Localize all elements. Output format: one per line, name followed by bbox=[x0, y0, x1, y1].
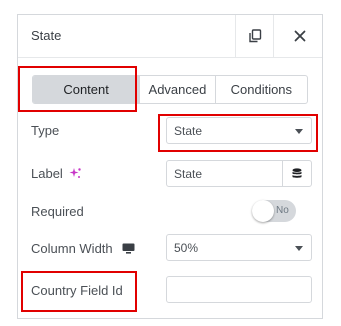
type-select[interactable]: State bbox=[166, 117, 312, 144]
copy-button[interactable] bbox=[236, 15, 273, 57]
tab-advanced[interactable]: Advanced bbox=[139, 76, 214, 103]
close-button[interactable] bbox=[281, 15, 318, 57]
copy-icon bbox=[248, 29, 261, 43]
type-label: Type bbox=[31, 123, 60, 138]
toggle-knob bbox=[252, 200, 274, 222]
database-icon bbox=[292, 167, 302, 178]
column-width-select[interactable]: 50% bbox=[166, 234, 312, 261]
tab-conditions[interactable]: Conditions bbox=[214, 76, 307, 103]
panel-header: State bbox=[18, 15, 322, 58]
chevron-down-icon bbox=[295, 246, 303, 251]
desktop-icon[interactable] bbox=[122, 243, 135, 254]
widget-settings-panel: State Content Advanced Conditions Type S… bbox=[17, 14, 323, 319]
required-label: Required bbox=[31, 204, 84, 219]
country-field-id-input[interactable] bbox=[166, 276, 312, 303]
header-divider bbox=[273, 15, 274, 57]
chevron-down-icon bbox=[295, 129, 303, 134]
country-field-id-label: Country Field Id bbox=[31, 283, 123, 298]
column-width-value: 50% bbox=[174, 241, 199, 255]
required-toggle[interactable]: No bbox=[252, 200, 296, 222]
close-icon bbox=[294, 30, 305, 42]
panel-title: State bbox=[31, 28, 62, 43]
label-input-value: State bbox=[174, 167, 203, 181]
dynamic-tags-button[interactable] bbox=[282, 161, 311, 186]
column-width-label: Column Width bbox=[31, 241, 135, 256]
tab-content[interactable]: Content bbox=[33, 76, 140, 103]
toggle-state-text: No bbox=[276, 205, 289, 216]
type-select-value: State bbox=[174, 124, 203, 138]
sparkle-icon bbox=[69, 168, 81, 178]
settings-tabs: Content Advanced Conditions bbox=[32, 75, 308, 104]
label-input[interactable]: State bbox=[166, 160, 312, 187]
label-field-label: Label bbox=[31, 166, 82, 181]
